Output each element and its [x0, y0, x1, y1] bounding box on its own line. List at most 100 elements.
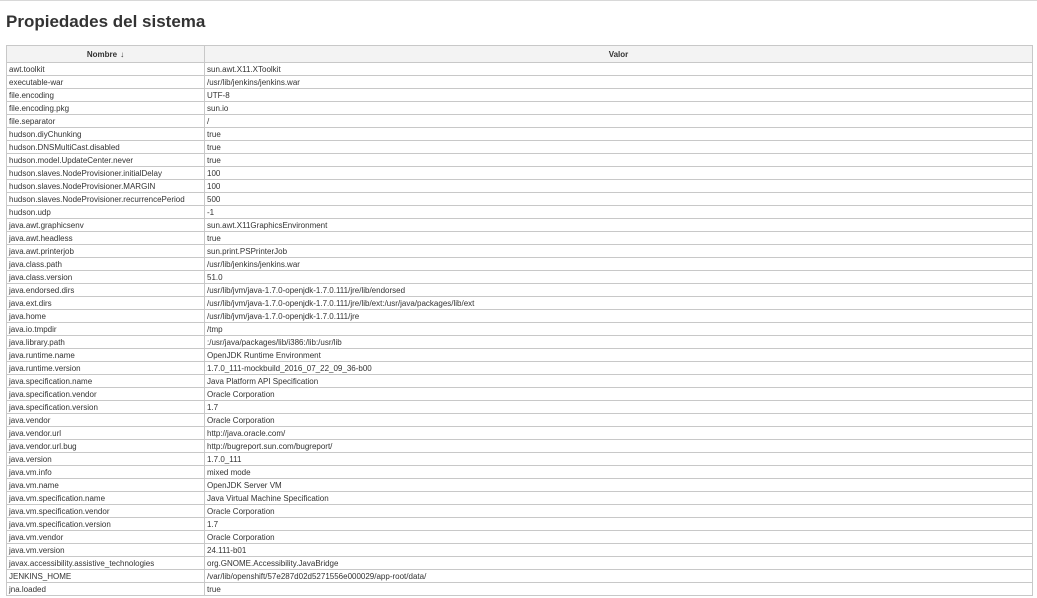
column-header-value[interactable]: Valor	[204, 45, 1033, 63]
property-name-cell: hudson.DNSMultiCast.disabled	[6, 140, 205, 154]
top-divider	[0, 0, 1037, 1]
property-name-cell: hudson.diyChunking	[6, 127, 205, 141]
table-row: java.vendor Oracle Corporation	[6, 413, 1033, 427]
property-name-cell: executable-war	[6, 75, 205, 89]
property-value-cell: sun.awt.X11GraphicsEnvironment	[204, 218, 1033, 232]
property-name-cell: java.vm.specification.version	[6, 517, 205, 531]
property-value-cell: true	[204, 127, 1033, 141]
table-row: executable-war/usr/lib/jenkins/jenkins.w…	[6, 75, 1033, 89]
property-value-cell: /var/lib/openshift/57e287d02d5271556e000…	[204, 569, 1033, 583]
property-name-cell: java.awt.graphicsenv	[6, 218, 205, 232]
property-name-cell: java.vendor.url	[6, 426, 205, 440]
table-row: java.vm.name OpenJDK Server VM	[6, 478, 1033, 492]
table-row: java.awt.headless true	[6, 231, 1033, 245]
property-value-cell: sun.awt.X11.XToolkit	[204, 62, 1033, 76]
table-row: hudson.model.UpdateCenter.never true	[6, 153, 1033, 167]
property-name-cell: hudson.model.UpdateCenter.never	[6, 153, 205, 167]
table-row: hudson.diyChunking true	[6, 127, 1033, 141]
table-row: awt.toolkit sun.awt.X11.XToolkit	[6, 62, 1033, 76]
table-row: java.io.tmpdir/tmp	[6, 322, 1033, 336]
property-value-cell: 1.7	[204, 400, 1033, 414]
property-name-cell: hudson.slaves.NodeProvisioner.initialDel…	[6, 166, 205, 180]
table-row: file.encoding.pkg sun.io	[6, 101, 1033, 115]
property-value-cell: mixed mode	[204, 465, 1033, 479]
table-row: javax.accessibility.assistive_technologi…	[6, 556, 1033, 570]
property-name-cell: javax.accessibility.assistive_technologi…	[6, 556, 205, 570]
property-value-cell: OpenJDK Runtime Environment	[204, 348, 1033, 362]
sort-descending-icon: ↓	[120, 49, 125, 59]
table-row: hudson.slaves.NodeProvisioner.initialDel…	[6, 166, 1033, 180]
system-properties-page: Propiedades del sistema Nombre ↓ Valor aw…	[0, 0, 1037, 598]
property-name-cell: java.awt.printerjob	[6, 244, 205, 258]
property-name-cell: java.class.version	[6, 270, 205, 284]
property-name-cell: file.separator	[6, 114, 205, 128]
column-header-name[interactable]: Nombre ↓	[6, 45, 205, 63]
property-name-cell: java.vm.vendor	[6, 530, 205, 544]
property-name-cell: java.library.path	[6, 335, 205, 349]
property-value-cell: Java Virtual Machine Specification	[204, 491, 1033, 505]
table-row: java.awt.graphicsenv sun.awt.X11GraphicsE…	[6, 218, 1033, 232]
table-row: java.awt.printerjob sun.print.PSPrinterJo…	[6, 244, 1033, 258]
property-value-cell: 1.7	[204, 517, 1033, 531]
table-row: java.runtime.version 1.7.0_111-mockbuild_…	[6, 361, 1033, 375]
page-title: Propiedades del sistema	[6, 12, 206, 31]
property-name-cell: JENKINS_HOME	[6, 569, 205, 583]
table-row: java.version 1.7.0_111	[6, 452, 1033, 466]
property-name-cell: java.runtime.name	[6, 348, 205, 362]
property-name-cell: java.version	[6, 452, 205, 466]
property-value-cell: /	[204, 114, 1033, 128]
table-row: file.encoding UTF-8	[6, 88, 1033, 102]
property-value-cell: /tmp	[204, 322, 1033, 336]
property-value-cell: Oracle Corporation	[204, 504, 1033, 518]
property-name-cell: java.io.tmpdir	[6, 322, 205, 336]
property-name-cell: hudson.udp	[6, 205, 205, 219]
property-name-cell: java.home	[6, 309, 205, 323]
property-name-cell: jna.loaded	[6, 582, 205, 596]
column-header-name-label: Nombre	[86, 49, 118, 59]
table-row: hudson.slaves.NodeProvisioner.recurrence…	[6, 192, 1033, 206]
property-value-cell: /usr/lib/jvm/java-1.7.0-openjdk-1.7.0.11…	[204, 309, 1033, 323]
table-row: java.vm.specification.vendor Oracle Corpo…	[6, 504, 1033, 518]
property-name-cell: java.vendor.url.bug	[6, 439, 205, 453]
property-name-cell: java.vm.info	[6, 465, 205, 479]
property-value-cell: org.GNOME.Accessibility.JavaBridge	[204, 556, 1033, 570]
property-value-cell: /usr/lib/jvm/java-1.7.0-openjdk-1.7.0.11…	[204, 283, 1033, 297]
table-row: java.home/usr/lib/jvm/java-1.7.0-openjdk…	[6, 309, 1033, 323]
table-row: java.vm.version 24.111-b01	[6, 543, 1033, 557]
property-value-cell: true	[204, 231, 1033, 245]
property-value-cell: /usr/lib/jenkins/jenkins.war	[204, 75, 1033, 89]
property-name-cell: file.encoding	[6, 88, 205, 102]
table-row: file.separator /	[6, 114, 1033, 128]
table-body: awt.toolkit sun.awt.X11.XToolkit executabl…	[6, 62, 1033, 596]
property-value-cell: sun.print.PSPrinterJob	[204, 244, 1033, 258]
table-row: java.vm.specification.name Java Virtual M…	[6, 491, 1033, 505]
table-row: java.specification.name Java Platform API…	[6, 374, 1033, 388]
property-value-cell: -1	[204, 205, 1033, 219]
property-value-cell: true	[204, 153, 1033, 167]
table-row: JENKINS_HOME/var/lib/openshift/57e287d02…	[6, 569, 1033, 583]
table-row: java.runtime.name OpenJDK Runtime Environ…	[6, 348, 1033, 362]
property-value-cell: 24.111-b01	[204, 543, 1033, 557]
property-value-cell: Java Platform API Specification	[204, 374, 1033, 388]
table-row: java.class.path/usr/lib/jenkins/jenkins.…	[6, 257, 1033, 271]
property-value-cell: http://java.oracle.com/	[204, 426, 1033, 440]
property-name-cell: java.specification.name	[6, 374, 205, 388]
property-value-cell: sun.io	[204, 101, 1033, 115]
property-value-cell: true	[204, 140, 1033, 154]
property-value-cell: /usr/lib/jvm/java-1.7.0-openjdk-1.7.0.11…	[204, 296, 1033, 310]
property-value-cell: http://bugreport.sun.com/bugreport/	[204, 439, 1033, 453]
table-row: java.vm.info mixed mode	[6, 465, 1033, 479]
table-row: java.endorsed.dirs/usr/lib/jvm/java-1.7.…	[6, 283, 1033, 297]
property-value-cell: /usr/lib/jenkins/jenkins.war	[204, 257, 1033, 271]
property-name-cell: java.awt.headless	[6, 231, 205, 245]
property-value-cell: 51.0	[204, 270, 1033, 284]
table-header-row: Nombre ↓ Valor	[6, 45, 1033, 63]
property-name-cell: java.class.path	[6, 257, 205, 271]
table-row: java.vm.specification.version 1.7	[6, 517, 1033, 531]
property-name-cell: java.vm.version	[6, 543, 205, 557]
property-name-cell: java.endorsed.dirs	[6, 283, 205, 297]
property-name-cell: java.specification.version	[6, 400, 205, 414]
table-row: hudson.DNSMultiCast.disabled true	[6, 140, 1033, 154]
property-name-cell: java.runtime.version	[6, 361, 205, 375]
property-name-cell: java.vm.specification.vendor	[6, 504, 205, 518]
